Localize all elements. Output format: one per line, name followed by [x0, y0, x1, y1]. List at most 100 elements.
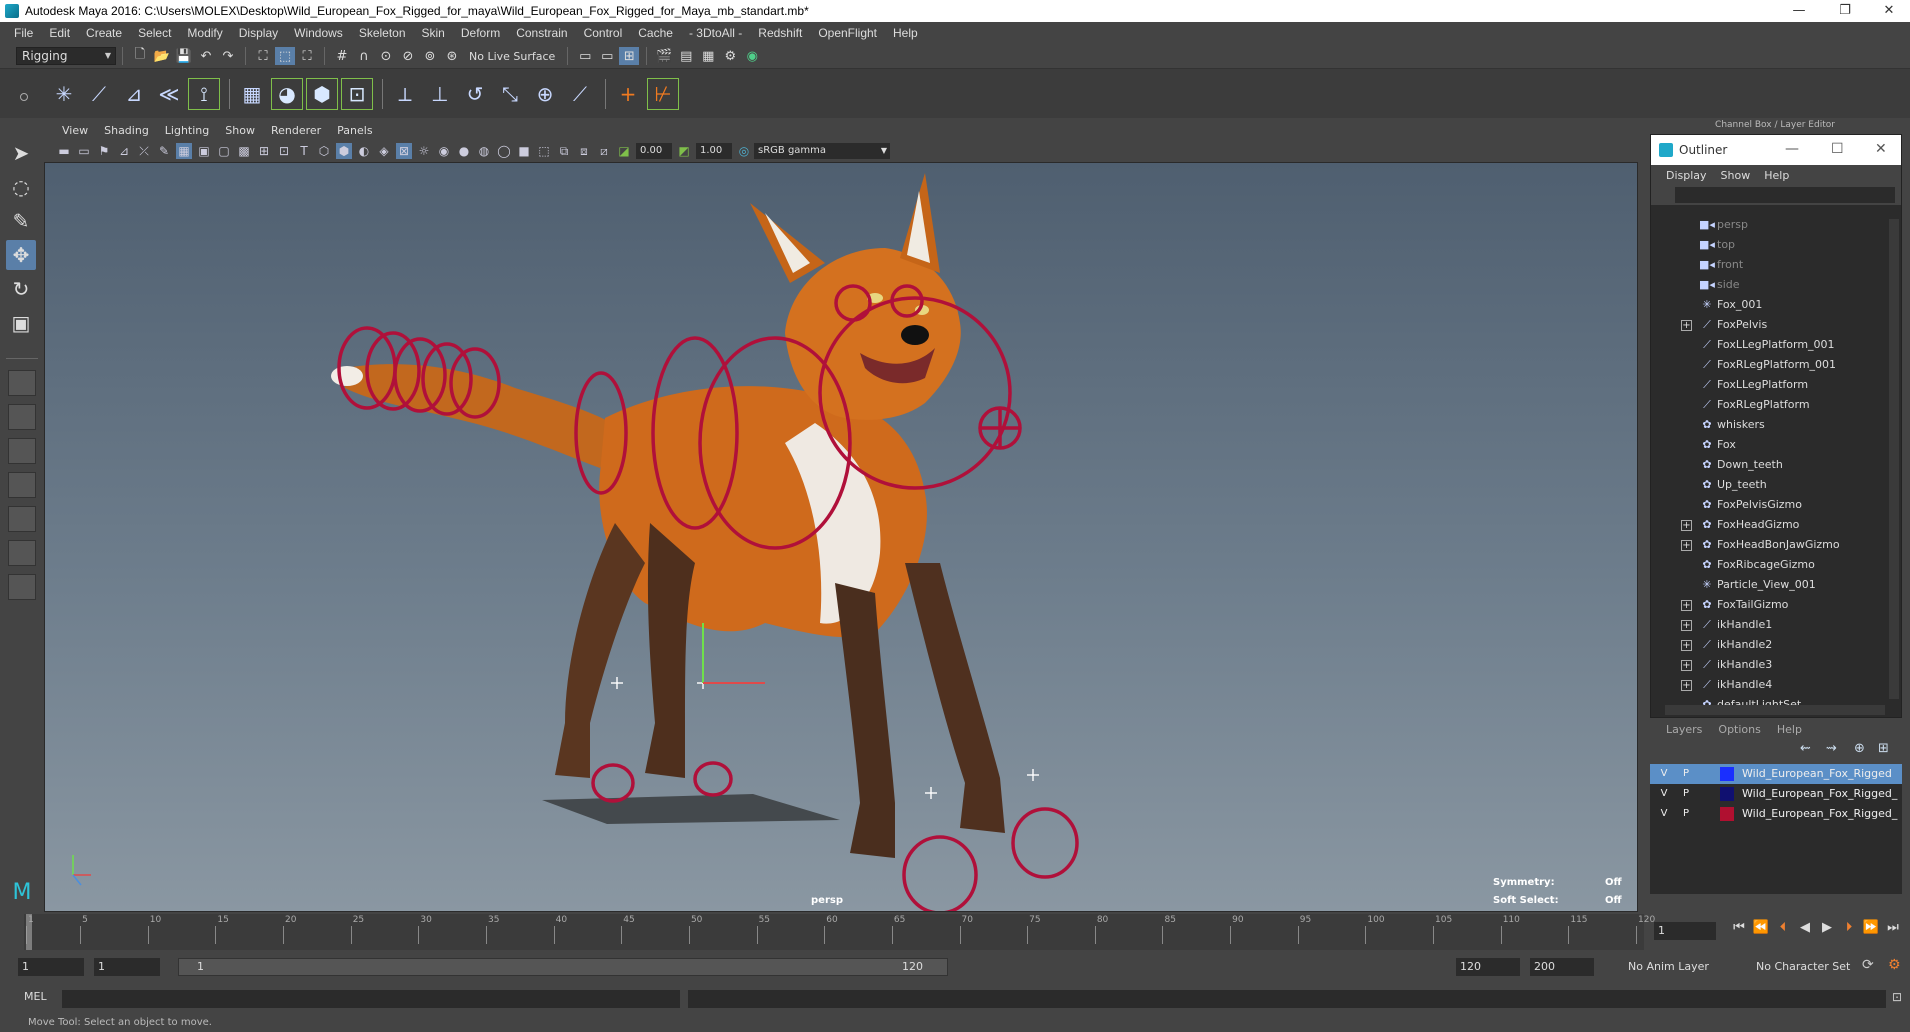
outliner-item[interactable]: + ⟋ ikHandle3 — [1651, 655, 1887, 675]
minimize-button[interactable]: — — [1776, 0, 1822, 22]
panel-menu-lighting[interactable]: Lighting — [157, 124, 217, 137]
smooth-shade-icon[interactable]: ⬢ — [336, 143, 352, 159]
save-scene-icon[interactable]: 💾 — [174, 47, 194, 65]
outliner-item[interactable]: ✿ whiskers — [1651, 415, 1887, 435]
select-object-icon[interactable]: ⬚ — [275, 47, 295, 65]
outliner-item[interactable]: + ✿ FoxHeadBonJawGizmo — [1651, 535, 1887, 555]
redo-icon[interactable]: ↷ — [218, 47, 238, 65]
expand-icon[interactable]: + — [1681, 540, 1692, 551]
time-slider[interactable]: 1510152025303540455055606570758085909510… — [24, 914, 1655, 950]
current-time-marker[interactable] — [26, 914, 32, 950]
layer-visibility-toggle[interactable]: V — [1656, 786, 1672, 802]
menu-file[interactable]: File — [6, 26, 41, 40]
expand-icon[interactable]: + — [1681, 520, 1692, 531]
outliner-menu-display[interactable]: Display — [1659, 169, 1714, 182]
outliner-minimize-icon[interactable]: — — [1785, 141, 1799, 157]
channel-box-header[interactable]: Channel Box / Layer Editor — [1640, 120, 1910, 134]
locator-icon[interactable]: + — [612, 78, 644, 110]
snap-point-icon[interactable]: ⊙ — [376, 47, 396, 65]
ipr-render-icon[interactable]: ▦ — [698, 47, 718, 65]
wrap-icon[interactable]: ⬢ — [306, 78, 338, 110]
outliner-item[interactable]: ■◂ top — [1651, 235, 1887, 255]
xray-active-icon[interactable]: ⧈ — [576, 143, 592, 159]
gate-mask-icon[interactable]: ▩ — [236, 143, 252, 159]
outliner-item[interactable]: ⟋ FoxRLegPlatform_001 — [1651, 355, 1887, 375]
grease-pencil-icon[interactable]: ✎ — [156, 143, 172, 159]
select-tool-icon[interactable]: ➤ — [6, 138, 36, 168]
outliner-item[interactable]: ■◂ front — [1651, 255, 1887, 275]
aim-constraint-icon[interactable]: ⊥ — [424, 78, 456, 110]
outliner-item[interactable]: ✳ Particle_View_001 — [1651, 575, 1887, 595]
layers-menu-layers[interactable]: Layers — [1658, 723, 1710, 736]
safe-title-icon[interactable]: T — [296, 143, 312, 159]
live-surface-label[interactable]: No Live Surface — [463, 50, 561, 63]
ik-spline-icon[interactable]: ⊿ — [118, 78, 150, 110]
outliner-menu-show[interactable]: Show — [1714, 169, 1758, 182]
panel-menu-shading[interactable]: Shading — [96, 124, 157, 137]
outliner-item[interactable]: + ✿ FoxTailGizmo — [1651, 595, 1887, 615]
command-input[interactable] — [62, 990, 680, 1008]
human-ik-icon[interactable]: ⊬ — [647, 78, 679, 110]
safe-action-icon[interactable]: ⊡ — [276, 143, 292, 159]
menu-create[interactable]: Create — [78, 26, 130, 40]
snap-live-icon[interactable]: ⊛ — [442, 47, 462, 65]
outliner-item[interactable]: + ⟋ ikHandle1 — [1651, 615, 1887, 635]
layer-move-down-icon[interactable]: ⇝ — [1826, 741, 1837, 756]
wire-icon[interactable]: ⊡ — [341, 78, 373, 110]
outliner-item[interactable]: ✿ FoxRibcageGizmo — [1651, 555, 1887, 575]
outliner-horizontal-scrollbar[interactable] — [1665, 705, 1885, 715]
step-back-key-icon[interactable]: ⏴ — [1772, 920, 1794, 940]
step-back-icon[interactable]: ⏪ — [1750, 920, 1772, 940]
expand-icon[interactable]: + — [1681, 620, 1692, 631]
default-material-icon[interactable]: ◐ — [356, 143, 372, 159]
image-plane-icon[interactable]: ⊿ — [116, 143, 132, 159]
snap-surface-icon[interactable]: ⊚ — [420, 47, 440, 65]
playback-end-field[interactable]: 120 — [1456, 958, 1520, 976]
menu-redshift[interactable]: Redshift — [750, 26, 810, 40]
panel-menu-panels[interactable]: Panels — [329, 124, 380, 137]
anim-layer-dropdown[interactable]: No Anim Layer — [1628, 958, 1709, 976]
animation-start-field[interactable]: 1 — [18, 958, 84, 976]
graph-persp-layout-icon[interactable] — [8, 506, 36, 532]
two-view-layout-icon[interactable] — [8, 438, 36, 464]
wireframe-icon[interactable]: ⬡ — [316, 143, 332, 159]
restore-button[interactable]: ❐ — [1822, 0, 1868, 22]
outliner-item[interactable]: + ⟋ ikHandle2 — [1651, 635, 1887, 655]
layer-visibility-toggle[interactable]: V — [1656, 806, 1672, 822]
auto-key-icon[interactable]: ⟳ — [1862, 957, 1874, 973]
go-to-end-icon[interactable]: ⏭ — [1882, 920, 1904, 940]
layer-row[interactable]: V P Wild_European_Fox_Rigged_ — [1650, 804, 1902, 824]
wireframe-on-shaded-icon[interactable]: ◈ — [376, 143, 392, 159]
pole-vector-icon[interactable]: ⟋ — [564, 78, 596, 110]
layer-color-swatch[interactable] — [1720, 767, 1734, 781]
layer-row[interactable]: V P Wild_European_Fox_Rigged_ — [1650, 784, 1902, 804]
custom-layout-icon[interactable] — [8, 574, 36, 600]
paint-select-icon[interactable]: ✎ — [6, 206, 36, 236]
menu-skeleton[interactable]: Skeleton — [351, 26, 414, 40]
outliner-scrollbar[interactable] — [1889, 219, 1899, 699]
outliner-item[interactable]: + ✿ FoxHeadGizmo — [1651, 515, 1887, 535]
select-hierarchy-icon[interactable]: ⛶ — [253, 47, 273, 65]
layer-color-swatch[interactable] — [1720, 807, 1734, 821]
ambient-occlusion-icon[interactable]: ● — [456, 143, 472, 159]
go-to-start-icon[interactable]: ⏮ — [1728, 920, 1750, 940]
gamma-icon[interactable]: ◩ — [676, 143, 692, 159]
layer-playback-toggle[interactable]: P — [1678, 766, 1694, 782]
output-ops-icon[interactable]: ▭ — [597, 47, 617, 65]
outliner-item[interactable]: ✿ Down_teeth — [1651, 455, 1887, 475]
script-editor-icon[interactable]: ⊡ — [1892, 990, 1902, 1004]
layer-playback-toggle[interactable]: P — [1678, 786, 1694, 802]
cluster-icon[interactable]: ◕ — [271, 78, 303, 110]
outliner-item[interactable]: ✳ Fox_001 — [1651, 295, 1887, 315]
open-scene-icon[interactable]: 📂 — [152, 47, 172, 65]
new-layer-selected-icon[interactable]: ⊞ — [1878, 741, 1889, 756]
play-back-icon[interactable]: ◀ — [1794, 920, 1816, 940]
menu-deform[interactable]: Deform — [453, 26, 508, 40]
step-forward-key-icon[interactable]: ⏵ — [1838, 920, 1860, 940]
new-layer-icon[interactable]: ⊕ — [1854, 741, 1865, 756]
grid-toggle-icon[interactable]: ▦ — [176, 143, 192, 159]
outliner-item[interactable]: ■◂ side — [1651, 275, 1887, 295]
menu-modify[interactable]: Modify — [179, 26, 230, 40]
menu-help[interactable]: Help — [885, 26, 926, 40]
bookmark-icon[interactable]: ⚑ — [96, 143, 112, 159]
